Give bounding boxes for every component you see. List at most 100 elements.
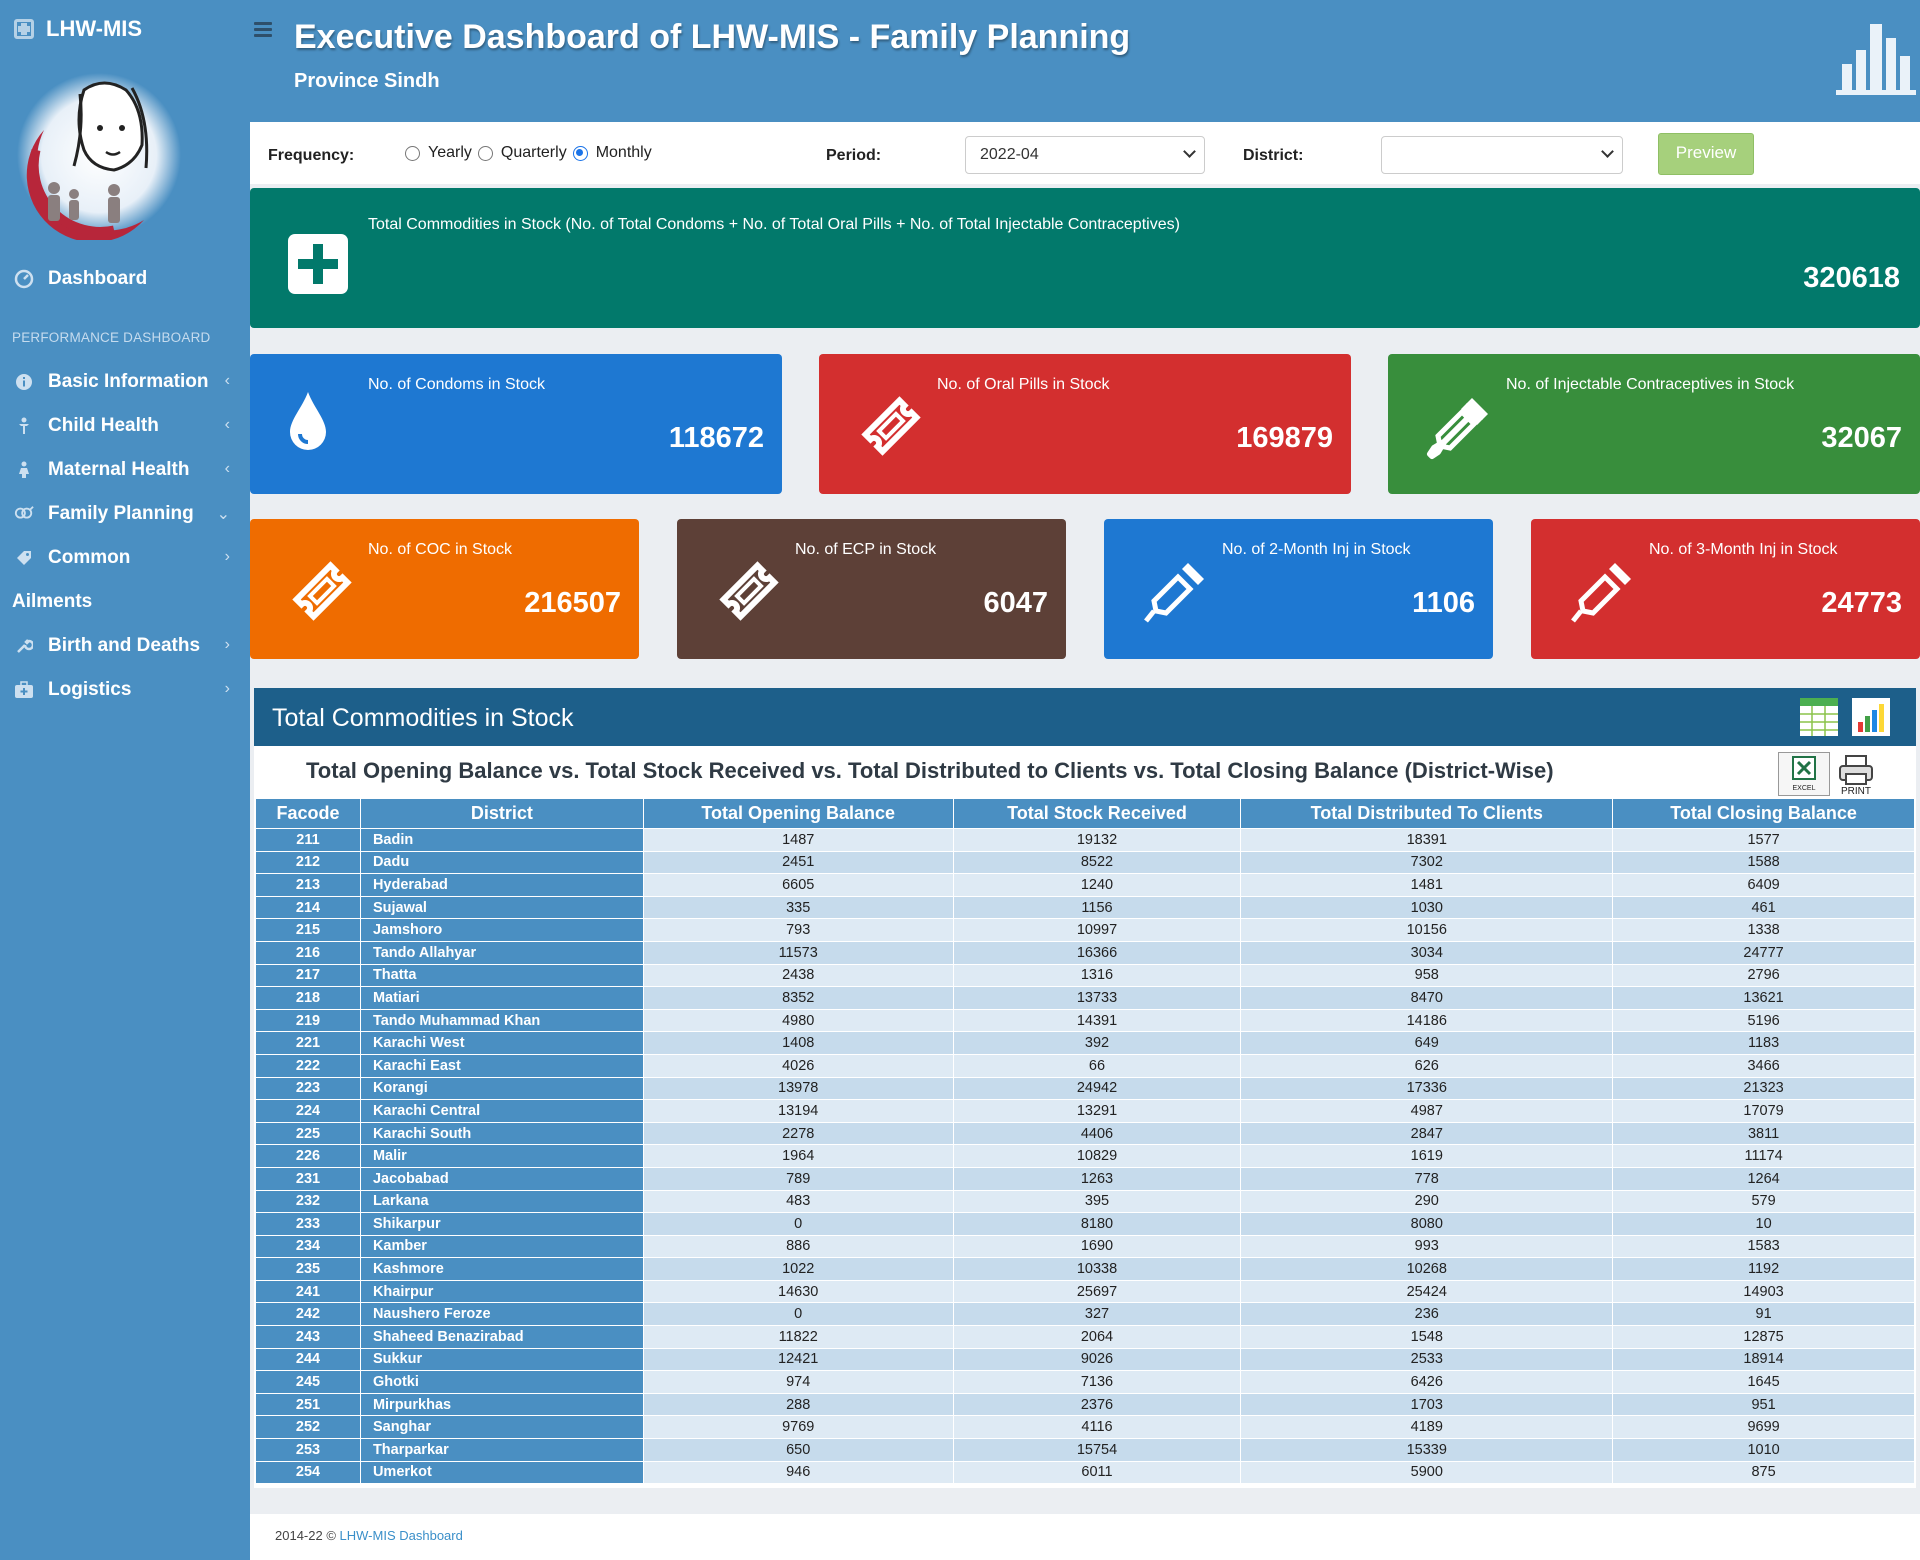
radio-quarterly[interactable]	[477, 145, 493, 161]
value-cell: 11822	[642, 1325, 954, 1349]
sidebar-item-common[interactable]: Common ›	[0, 536, 250, 580]
card-value: 118672	[668, 422, 764, 454]
value-cell: 8080	[1240, 1212, 1614, 1236]
value-cell: 4987	[1240, 1099, 1614, 1123]
sidebar-item-child-health[interactable]: Child Health ‹	[0, 404, 250, 448]
table-view-icon[interactable]	[1798, 696, 1840, 738]
value-cell: 993	[1240, 1234, 1614, 1259]
table-row: 243 Shaheed Benazirabad 11822 2064 1548 12875	[255, 1325, 1915, 1349]
ticket-icon	[861, 396, 921, 456]
value-cell: 789	[642, 1166, 954, 1191]
value-cell: 2533	[1240, 1347, 1614, 1372]
value-cell: 327	[952, 1302, 1242, 1327]
table-row: 235 Kashmore 1022 10338 10268 1192	[255, 1257, 1915, 1281]
sidebar-item-maternal-health[interactable]: Maternal Health ‹	[0, 448, 250, 492]
value-cell: 14186	[1240, 1008, 1614, 1033]
print-button[interactable]: PRINT	[1834, 752, 1878, 797]
value-cell: 13733	[952, 986, 1242, 1010]
facode-cell: 214	[255, 895, 361, 920]
chevron-down-icon	[1601, 145, 1614, 158]
district-cell: Malir	[359, 1144, 644, 1168]
brand[interactable]: LHW-MIS	[14, 16, 142, 42]
sidebar-item-birth-and-deaths[interactable]: Birth and Deaths ›	[0, 624, 250, 668]
sidebar-item-label: Family Planning	[48, 503, 194, 524]
value-cell: 14391	[952, 1008, 1242, 1033]
gender-icon	[14, 504, 34, 524]
district-label: District:	[1243, 147, 1304, 164]
value-cell: 1183	[1612, 1031, 1915, 1055]
value-cell: 1964	[642, 1144, 954, 1168]
value-cell: 9699	[1612, 1415, 1915, 1440]
menu-toggle-icon[interactable]	[254, 22, 272, 40]
table-row: 252 Sanghar 9769 4116 4189 9699	[255, 1415, 1915, 1440]
radio-monthly[interactable]	[572, 145, 588, 161]
col-header[interactable]: Facode	[255, 798, 361, 829]
preview-button[interactable]: Preview	[1658, 133, 1754, 175]
district-cell: Thatta	[359, 963, 644, 988]
oral-pills-card: No. of Oral Pills in Stock 169879	[819, 354, 1351, 494]
table-row: 215 Jamshoro 793 10997 10156 1338	[255, 918, 1915, 942]
print-label: PRINT	[1841, 786, 1871, 796]
card-value: 24773	[1821, 587, 1902, 619]
district-cell: Karachi East	[359, 1053, 644, 1078]
value-cell: 1030	[1240, 895, 1614, 920]
nav-dashboard[interactable]: Dashboard	[14, 268, 147, 290]
value-cell: 1619	[1240, 1144, 1614, 1168]
value-cell: 288	[642, 1392, 954, 1417]
sidebar-item-ailments[interactable]: Ailments	[0, 580, 250, 624]
value-cell: 10156	[1240, 918, 1614, 942]
sidebar-item-basic-information[interactable]: Basic Information ‹	[0, 360, 250, 404]
value-cell: 6426	[1240, 1370, 1614, 1394]
value-cell: 10	[1612, 1212, 1915, 1236]
value-cell: 0	[642, 1302, 954, 1327]
sidebar-item-logistics[interactable]: Logistics ›	[0, 668, 250, 712]
value-cell: 2451	[642, 850, 954, 875]
period-select[interactable]: 2022-04	[965, 136, 1205, 174]
facode-cell: 245	[255, 1370, 361, 1394]
value-cell: 1487	[642, 828, 954, 852]
value-cell: 2847	[1240, 1121, 1614, 1146]
facode-cell: 221	[255, 1031, 361, 1055]
district-cell: Kashmore	[359, 1257, 644, 1281]
sidebar-item-label: Basic Information	[48, 371, 209, 392]
value-cell: 3811	[1612, 1121, 1915, 1146]
facode-cell: 252	[255, 1415, 361, 1440]
value-cell: 875	[1612, 1460, 1915, 1485]
value-cell: 1583	[1612, 1234, 1915, 1259]
brand-name: LHW-MIS	[46, 16, 143, 41]
card-label: No. of ECP in Stock	[795, 541, 937, 558]
value-cell: 1703	[1240, 1392, 1614, 1417]
table-row: 212 Dadu 2451 8522 7302 1588	[255, 850, 1915, 875]
value-cell: 946	[642, 1460, 954, 1485]
value-cell: 951	[1612, 1392, 1915, 1417]
chevron-left-icon: ‹	[224, 416, 230, 433]
table-row: 221 Karachi West 1408 392 649 1183	[255, 1031, 1915, 1055]
sidebar-item-label: Birth and Deaths	[48, 635, 201, 656]
value-cell: 12875	[1612, 1325, 1915, 1349]
col-header[interactable]: Total Closing Balance	[1612, 798, 1915, 829]
value-cell: 2438	[642, 963, 954, 988]
facode-cell: 233	[255, 1212, 361, 1236]
district-select[interactable]	[1381, 136, 1623, 174]
value-cell: 1408	[642, 1031, 954, 1055]
facode-cell: 215	[255, 918, 361, 942]
col-header[interactable]: District	[359, 798, 644, 829]
chart-view-icon[interactable]	[1850, 696, 1892, 738]
table-row: 254 Umerkot 946 6011 5900 875	[255, 1460, 1915, 1485]
excel-export-button[interactable]: EXCEL	[1778, 752, 1830, 796]
footer-link[interactable]: LHW-MIS Dashboard	[340, 1528, 463, 1543]
value-cell: 4406	[952, 1121, 1242, 1146]
value-cell: 4189	[1240, 1415, 1614, 1440]
value-cell: 2278	[642, 1121, 954, 1146]
value-cell: 25424	[1240, 1279, 1614, 1304]
sidebar-item-family-planning[interactable]: Family Planning ⌄	[0, 492, 250, 536]
col-header[interactable]: Total Distributed To Clients	[1240, 798, 1614, 829]
radio-yearly[interactable]	[405, 145, 420, 161]
footer: 2014-22 © LHW-MIS Dashboard	[250, 1514, 1920, 1560]
col-header[interactable]: Total Opening Balance	[642, 798, 954, 829]
value-cell: 7302	[1240, 850, 1614, 875]
col-header[interactable]: Total Stock Received	[952, 798, 1242, 829]
facode-cell: 254	[255, 1460, 361, 1485]
facode-cell: 253	[255, 1438, 361, 1462]
value-cell: 17336	[1240, 1076, 1614, 1101]
